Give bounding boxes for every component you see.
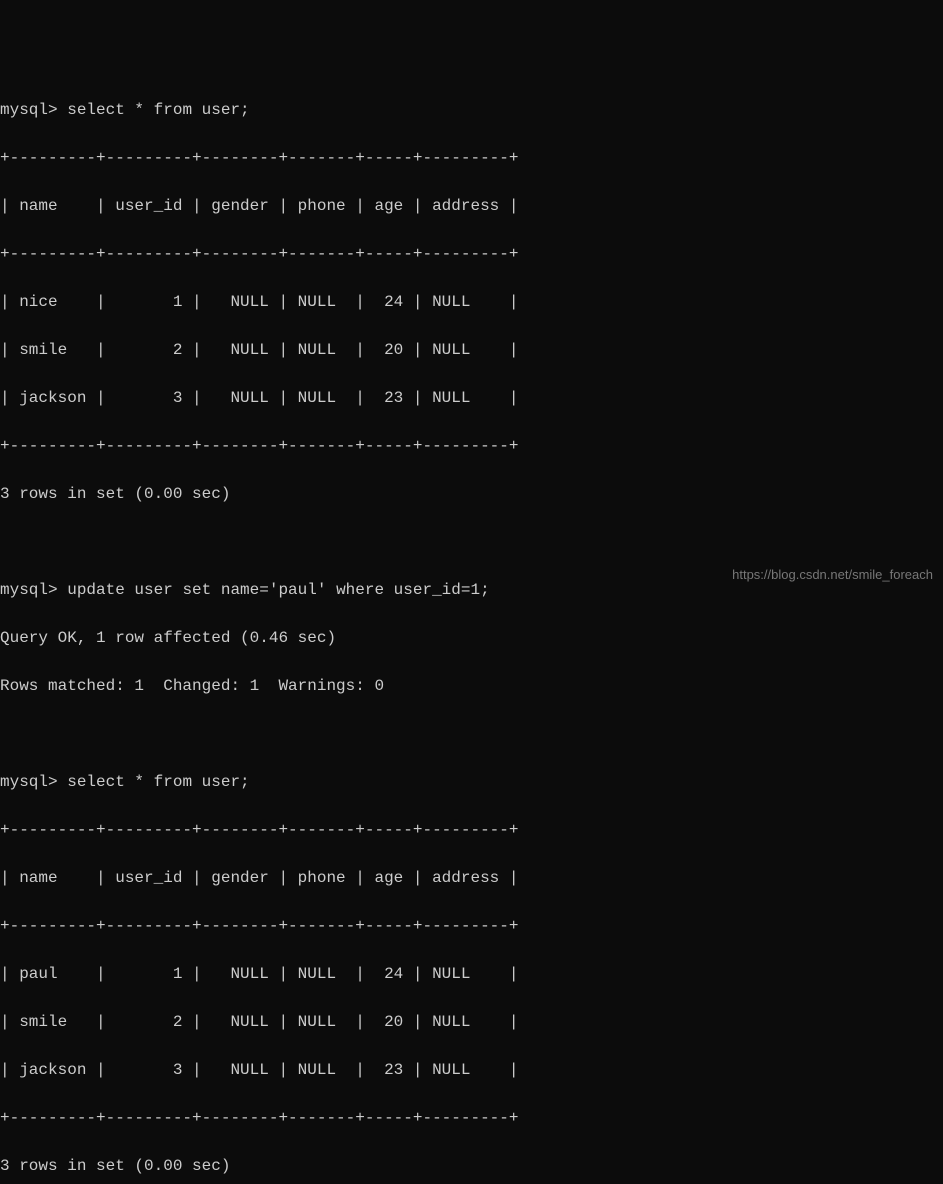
prompt-line-1[interactable]: mysql> select * from user; xyxy=(0,98,943,122)
query-select-2: select * from user; xyxy=(67,773,249,791)
table2-border-mid: +---------+---------+--------+-------+--… xyxy=(0,914,943,938)
table1-border-top: +---------+---------+--------+-------+--… xyxy=(0,146,943,170)
table2-border-bot: +---------+---------+--------+-------+--… xyxy=(0,1106,943,1130)
query-select-1: select * from user; xyxy=(67,101,249,119)
mysql-prompt: mysql> xyxy=(0,581,58,599)
update-result-2: Rows matched: 1 Changed: 1 Warnings: 0 xyxy=(0,674,943,698)
query-update: update user set name='paul' where user_i… xyxy=(67,581,489,599)
mysql-prompt: mysql> xyxy=(0,101,58,119)
prompt-line-3[interactable]: mysql> select * from user; xyxy=(0,770,943,794)
blank-line xyxy=(0,722,943,746)
update-result-1: Query OK, 1 row affected (0.46 sec) xyxy=(0,626,943,650)
table2-footer: 3 rows in set (0.00 sec) xyxy=(0,1154,943,1178)
table1-row: | jackson | 3 | NULL | NULL | 23 | NULL … xyxy=(0,386,943,410)
table1-header: | name | user_id | gender | phone | age … xyxy=(0,194,943,218)
table2-border-top: +---------+---------+--------+-------+--… xyxy=(0,818,943,842)
table1-row: | smile | 2 | NULL | NULL | 20 | NULL | xyxy=(0,338,943,362)
table2-row: | smile | 2 | NULL | NULL | 20 | NULL | xyxy=(0,1010,943,1034)
table1-footer: 3 rows in set (0.00 sec) xyxy=(0,482,943,506)
table1-border-mid: +---------+---------+--------+-------+--… xyxy=(0,242,943,266)
watermark-text: https://blog.csdn.net/smile_foreach xyxy=(732,565,933,585)
blank-line xyxy=(0,530,943,554)
table2-header: | name | user_id | gender | phone | age … xyxy=(0,866,943,890)
mysql-prompt: mysql> xyxy=(0,773,58,791)
table1-row: | nice | 1 | NULL | NULL | 24 | NULL | xyxy=(0,290,943,314)
table1-border-bot: +---------+---------+--------+-------+--… xyxy=(0,434,943,458)
table2-row: | paul | 1 | NULL | NULL | 24 | NULL | xyxy=(0,962,943,986)
table2-row: | jackson | 3 | NULL | NULL | 23 | NULL … xyxy=(0,1058,943,1082)
